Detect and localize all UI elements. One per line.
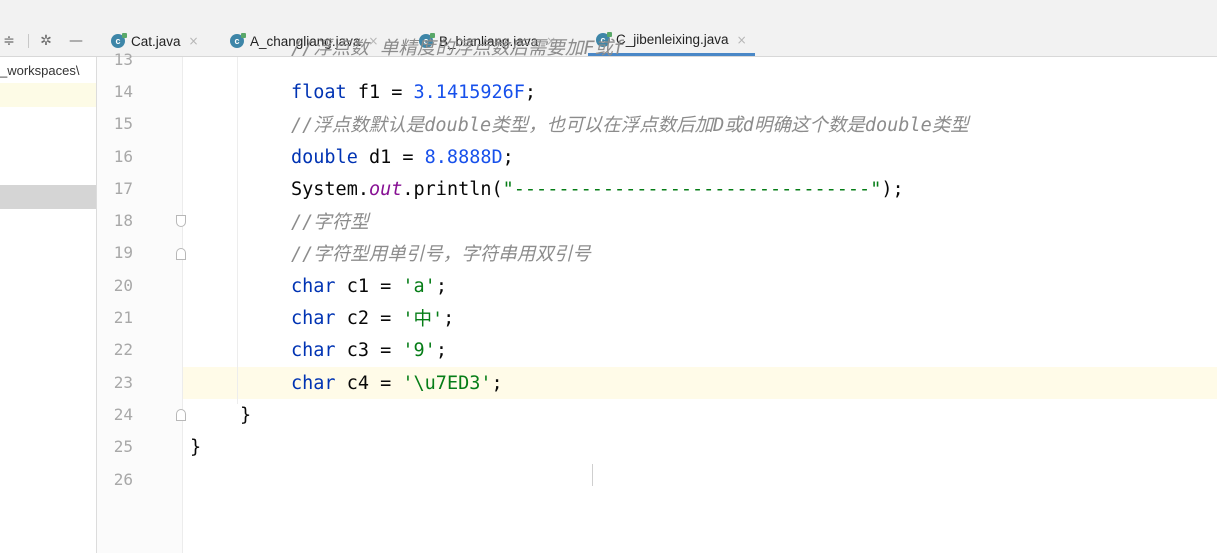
line-number: 18 <box>113 211 133 230</box>
java-class-icon: c <box>230 33 246 48</box>
project-tree-selected-item[interactable] <box>0 185 96 209</box>
project-root-label: _workspaces\ <box>0 63 80 78</box>
code-line[interactable]: char c2 = '中'; <box>291 302 454 334</box>
gear-icon[interactable]: ✲ <box>36 26 56 56</box>
fold-marker[interactable] <box>176 409 186 421</box>
line-number: 14 <box>113 82 133 101</box>
code-line-brace[interactable]: } <box>240 399 251 431</box>
line-number: 22 <box>113 340 133 359</box>
mouse-ibeam-cursor <box>592 464 593 486</box>
code-line[interactable]: float f1 = 3.1415926F; <box>291 76 536 108</box>
code-line[interactable]: char c1 = 'a'; <box>291 270 447 302</box>
line-number: 21 <box>113 308 133 327</box>
project-root-item[interactable]: _workspaces\ <box>0 59 96 83</box>
layout-icon[interactable]: ≑ <box>0 26 18 56</box>
line-number: 15 <box>113 114 133 133</box>
close-icon[interactable]: × <box>189 34 199 48</box>
tab-label: C_jibenleixing.java <box>616 32 729 47</box>
code-line-comment[interactable]: //字符型 <box>291 205 369 237</box>
indent-guide <box>237 57 238 404</box>
line-number: 19 <box>113 243 133 262</box>
fold-marker[interactable] <box>176 248 186 260</box>
line-number: 25 <box>113 437 133 456</box>
line-number: 17 <box>113 179 133 198</box>
code-line[interactable]: System. out .println("--------------------… <box>291 173 904 205</box>
project-tree-item[interactable] <box>0 83 96 107</box>
line-number: 24 <box>113 405 133 424</box>
line-number: 16 <box>113 147 133 166</box>
code-line[interactable]: char c3 = '9'; <box>291 334 447 366</box>
line-number: 13 <box>113 50 133 69</box>
code-line-current[interactable]: char c4 = '\u7ED3'; <box>291 367 503 399</box>
code-line-comment[interactable]: //浮点数 单精度的浮点数后需要加F或f <box>291 36 624 60</box>
close-icon[interactable]: × <box>737 33 747 47</box>
tab-label: Cat.java <box>131 33 181 49</box>
line-number: 23 <box>113 373 133 392</box>
minimize-icon[interactable]: — <box>66 26 86 56</box>
code-line[interactable]: double d1 = 8.8888D; <box>291 141 514 173</box>
fold-marker[interactable] <box>176 215 186 227</box>
toolbar-separator <box>28 34 29 48</box>
code-line-brace[interactable]: } <box>190 431 201 463</box>
project-panel: _workspaces\ <box>0 57 97 553</box>
line-number: 26 <box>113 470 133 489</box>
line-number: 20 <box>113 276 133 295</box>
code-line-comment[interactable]: //浮点数默认是double类型，也可以在浮点数后加D或d明确这个数是doubl… <box>291 108 969 140</box>
window-top-strip <box>0 0 1217 26</box>
code-line-comment[interactable]: //字符型用单引号，字符串用双引号 <box>291 237 591 269</box>
